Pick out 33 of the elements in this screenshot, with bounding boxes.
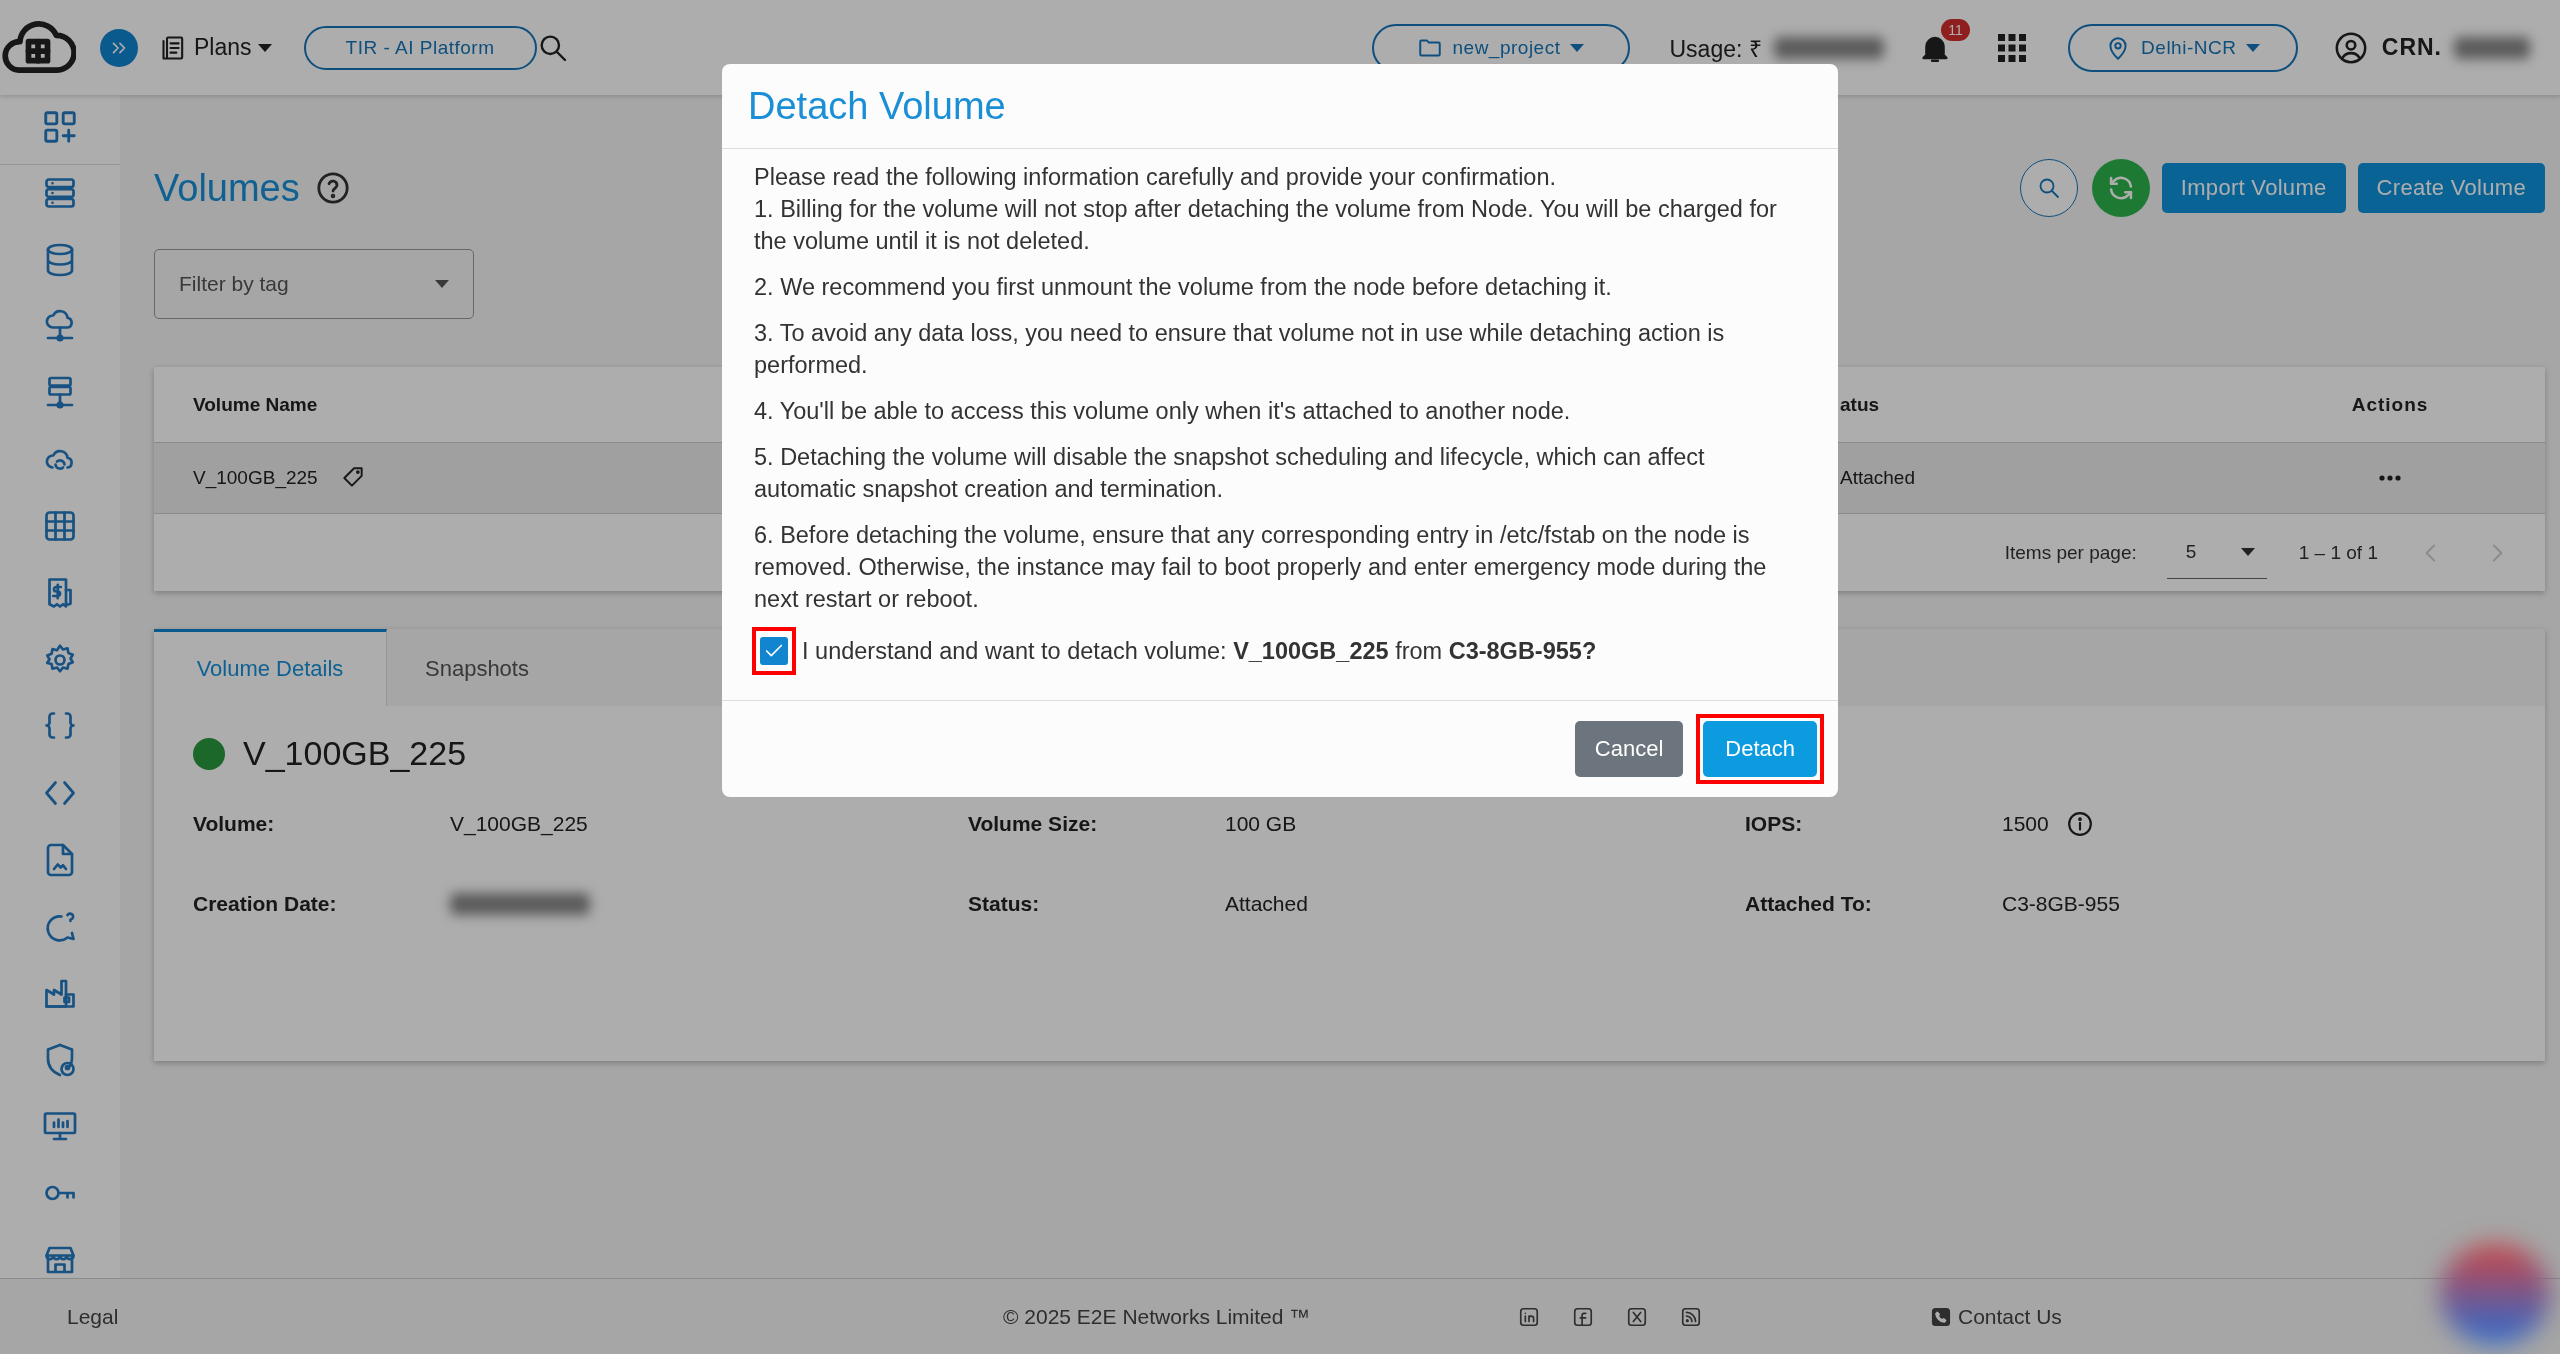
dialog-title: Detach Volume [748,84,1006,128]
warning-point: 2. We recommend you first unmount the volume from the node before detaching it. [754,273,1613,302]
warning-point: 5. Detaching the volume will disable the snapshot scheduling and lifecycle, which can affect automatic snapshot creation and termination. [754,443,1706,504]
warning-point: 1. Billing for the volume will not stop after detaching the volume from Node. You will be charged for the volume until it is not deleted. [754,195,1778,256]
field-label: Volume Size: [968,812,1099,836]
warning-point: 4. You'll be able to access this volume only when it's attached to another node. [754,397,1572,426]
dialog-intro: Please read the following information carefully and provide your confirmation. [754,163,1558,192]
column-header: Actions [2351,393,2429,416]
field-label: Status: [968,892,1041,916]
column-header: Volume Name [193,393,318,416]
page-size-label: Items per page: [2004,541,2137,564]
field-value: 1500 [2002,812,2049,836]
field-value: Attached [1225,892,1308,916]
column-header: atus [1840,393,1880,416]
status-cell: Attached [1840,467,1915,489]
field-label: Creation Date: [193,892,338,916]
warning-point: 6. Before detaching the volume, ensure that any corresponding entry in /etc/fstab on the node is removed. Otherwise, the instance may fail to boot properly and enter emergency mode during the next restart or reboot. [754,521,1768,614]
page-range: 1 – 1 of 1 [2298,541,2378,564]
notification-badge: 11 [1941,18,1970,41]
usage-label: Usage: ₹ [1669,34,1762,64]
field-value: V_100GB_225 [450,812,588,836]
volume-name: V_100GB_225 [193,467,318,489]
page-title: Volumes [154,166,300,210]
field-value: C3-8GB-955 [2002,892,2120,916]
warning-point: 3. To avoid any data loss, you need to ensure that volume not in use while detaching action is performed. [754,319,1726,380]
account-label: CRN. [2381,34,2442,61]
confirm-text: I understand and want to detach volume: V_100GB_225 from C3-8GB-955? [802,637,1597,666]
copyright-text: © 2025 E2E Networks Limited ™ [1003,1304,1312,1329]
volume-title: V_100GB_225 [243,734,467,773]
field-label: IOPS: [1745,812,1804,836]
field-label: Attached To: [1745,892,1873,916]
field-label: Volume: [193,812,276,836]
field-value: 100 GB [1225,812,1297,836]
